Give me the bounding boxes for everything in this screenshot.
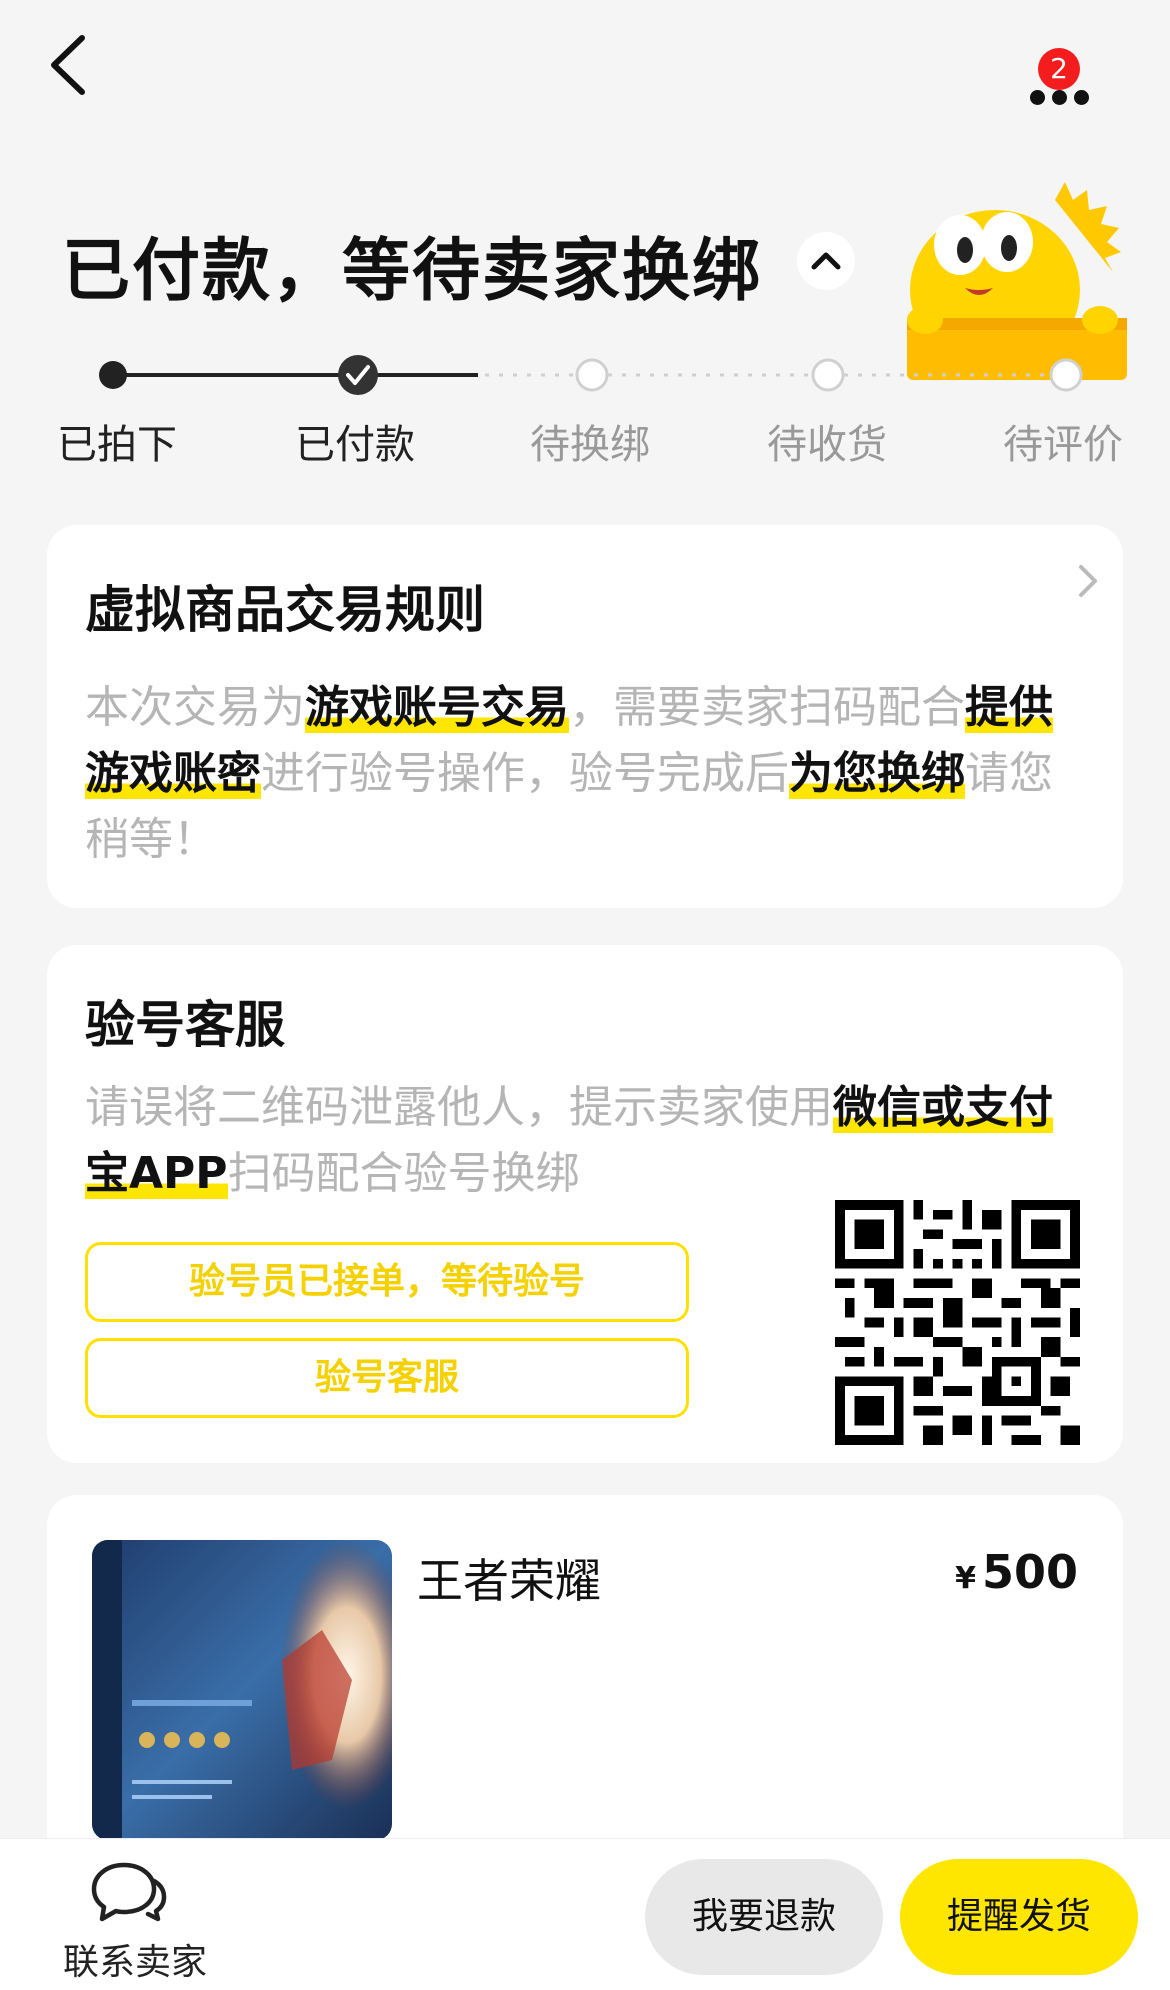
trade-rules-card[interactable]: 虚拟商品交易规则 本次交易为游戏账号交易，需要卖家扫码配合提供游戏账密进行验号操… (47, 525, 1123, 908)
verify-service-button[interactable]: 验号客服 (85, 1338, 689, 1418)
remind-ship-button[interactable]: 提醒发货 (900, 1859, 1138, 1975)
order-status-title: 已付款，等待卖家换绑 (62, 232, 763, 311)
chevron-left-icon (51, 35, 85, 95)
step-label-rebind: 待换绑 (530, 422, 650, 468)
rules-text-2: ，需要卖家扫码配合 (569, 682, 965, 733)
product-name: 王者荣耀 (417, 1554, 601, 1608)
chevron-right-icon (1079, 565, 1097, 597)
bottom-action-bar: 联系卖家 我要退款 提醒发货 (0, 1838, 1170, 1990)
product-card[interactable]: 王者荣耀 ¥500 (47, 1495, 1123, 1895)
step-label-receive: 待收货 (767, 422, 887, 468)
progress-track (99, 355, 1083, 395)
step-label-ordered: 已拍下 (57, 422, 177, 468)
product-thumbnail[interactable] (92, 1540, 392, 1840)
chat-bubble-icon (91, 1862, 167, 1922)
price-value: 500 (981, 1545, 1078, 1599)
more-dots-icon (1030, 90, 1096, 109)
notification-badge: 2 (1038, 48, 1080, 90)
product-price: ¥500 (955, 1545, 1078, 1599)
rules-description: 本次交易为游戏账号交易，需要卖家扫码配合提供游戏账密进行验号操作，验号完成后为您… (85, 675, 1095, 873)
rules-highlight-1: 游戏账号交易 (305, 682, 569, 733)
rules-title: 虚拟商品交易规则 (85, 581, 485, 639)
rules-text-1: 本次交易为 (85, 682, 305, 733)
qr-code[interactable] (835, 1200, 1080, 1445)
refund-button[interactable]: 我要退款 (645, 1859, 883, 1975)
chevron-up-icon (811, 252, 841, 270)
contact-seller-label: 联系卖家 (62, 1942, 207, 1983)
step-label-review: 待评价 (1003, 422, 1123, 468)
currency-symbol: ¥ (955, 1561, 976, 1596)
order-progress: 已拍下 已付款 待换绑 待收货 待评价 (0, 350, 1170, 470)
step-label-paid: 已付款 (295, 422, 415, 468)
verify-service-card: 验号客服 请误将二维码泄露他人，提示卖家使用微信或支付宝APP扫码配合验号换绑 … (47, 945, 1123, 1463)
rules-highlight-3: 为您换绑 (789, 748, 965, 799)
rules-text-3: 进行验号操作，验号完成后 (261, 748, 789, 799)
back-button[interactable] (44, 30, 114, 110)
more-options-button[interactable]: 2 (1020, 40, 1120, 120)
verify-title: 验号客服 (85, 996, 285, 1054)
verify-text-2: 扫码配合验号换绑 (227, 1148, 580, 1199)
top-nav-bar: 2 (0, 0, 1170, 150)
contact-seller-button[interactable]: 联系卖家 (50, 1859, 220, 1989)
collapse-button[interactable] (797, 232, 855, 290)
verify-description: 请误将二维码泄露他人，提示卖家使用微信或支付宝APP扫码配合验号换绑 (85, 1075, 1095, 1207)
verify-status-button[interactable]: 验号员已接单，等待验号 (85, 1242, 689, 1322)
verify-text-1: 请误将二维码泄露他人，提示卖家使用 (85, 1082, 833, 1133)
